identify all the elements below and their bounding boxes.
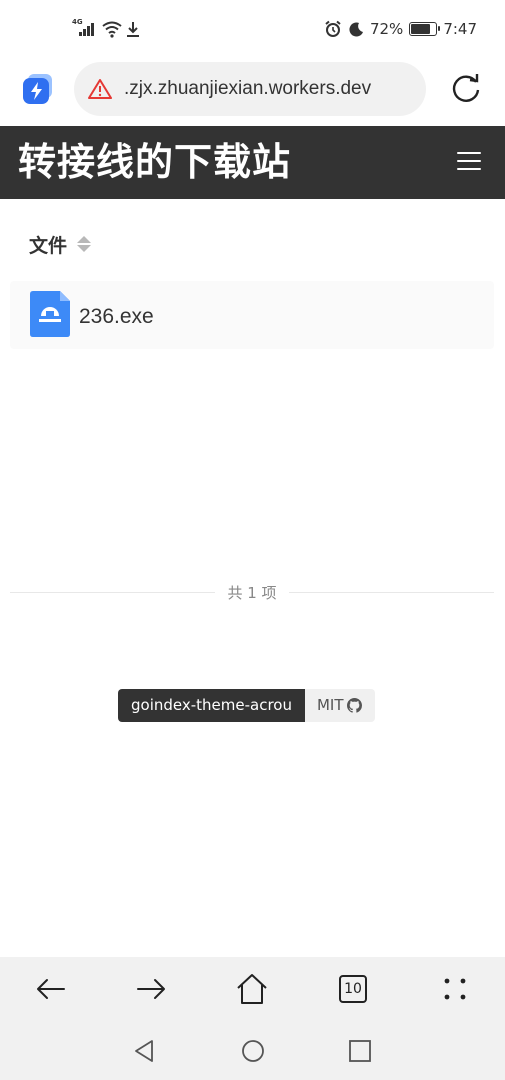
network-type: 4G xyxy=(72,18,83,26)
sort-icon[interactable] xyxy=(77,234,92,254)
file-exe-icon xyxy=(30,291,70,337)
more-icon[interactable] xyxy=(437,971,473,1007)
license-label: MIT xyxy=(316,696,344,714)
moon-icon xyxy=(349,22,363,37)
site-title[interactable]: 转接线的下载站 xyxy=(18,136,291,188)
tabs-icon[interactable]: 10 xyxy=(339,975,375,1011)
item-count-text: 共 1 项 xyxy=(215,584,289,602)
reload-icon[interactable] xyxy=(448,70,484,106)
system-home-icon[interactable] xyxy=(241,1039,265,1063)
url-text[interactable]: .zjx.zhuanjiexian.workers.dev xyxy=(124,78,371,100)
signal-icon: 4G xyxy=(72,18,98,39)
tab-count[interactable]: 10 xyxy=(339,975,367,1003)
url-field[interactable]: .zjx.zhuanjiexian.workers.dev xyxy=(74,62,426,116)
warning-icon[interactable] xyxy=(88,78,112,100)
home-icon[interactable] xyxy=(234,971,270,1007)
battery-percent: 72% xyxy=(369,20,404,38)
theme-badge[interactable]: goindex-theme-acrou MIT xyxy=(118,689,375,722)
github-icon xyxy=(346,698,362,713)
alarm-icon xyxy=(325,20,341,37)
battery-icon xyxy=(409,22,441,36)
theme-label[interactable]: goindex-theme-acrou xyxy=(118,689,305,722)
system-recents-icon[interactable] xyxy=(348,1039,372,1063)
app-logo-icon[interactable] xyxy=(22,72,54,104)
file-column-header[interactable]: 文件 xyxy=(29,230,92,258)
system-back-icon[interactable] xyxy=(132,1039,156,1063)
license-badge[interactable]: MIT xyxy=(304,689,375,722)
bottom-navigation: 10 xyxy=(0,957,505,1080)
file-name[interactable]: 236.exe xyxy=(79,305,154,329)
forward-icon[interactable] xyxy=(133,971,169,1007)
back-icon[interactable] xyxy=(33,971,69,1007)
hamburger-menu-button[interactable] xyxy=(457,152,481,172)
list-item[interactable]: 236.exe xyxy=(10,281,494,349)
download-icon xyxy=(127,22,139,37)
column-label: 文件 xyxy=(29,234,68,257)
site-header: 转接线的下载站 xyxy=(0,126,505,199)
wifi-icon xyxy=(102,21,122,38)
status-bar: 4G 72% 7:47 xyxy=(0,0,505,58)
clock: 7:47 xyxy=(443,20,477,38)
browser-address-bar: .zjx.zhuanjiexian.workers.dev xyxy=(0,58,505,126)
item-count: 共 1 项 xyxy=(10,580,494,604)
